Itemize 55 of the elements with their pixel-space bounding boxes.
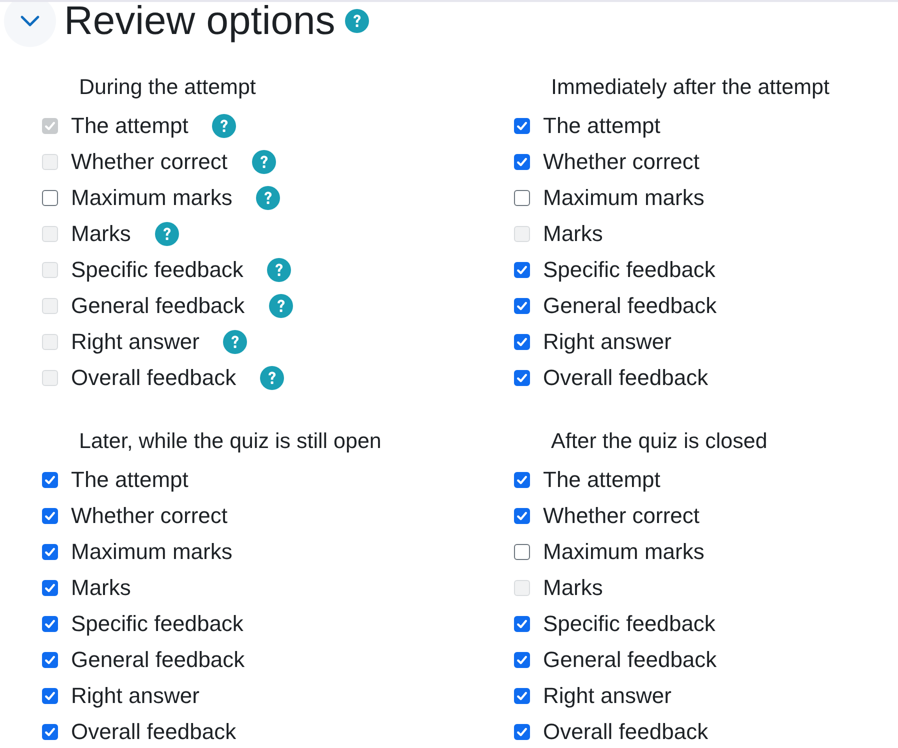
checkbox[interactable] <box>42 616 58 632</box>
checkbox[interactable] <box>514 154 530 170</box>
option-label[interactable]: Specific feedback <box>543 609 716 639</box>
option-label[interactable]: General feedback <box>543 291 717 321</box>
section-title: Review options <box>64 2 336 44</box>
checkbox[interactable] <box>514 334 530 350</box>
checkbox[interactable] <box>42 688 58 704</box>
option-label[interactable]: General feedback <box>71 645 245 675</box>
option-label[interactable]: Whether correct <box>543 501 700 531</box>
checkbox[interactable] <box>42 508 58 524</box>
checkbox[interactable] <box>514 118 530 134</box>
help-icon[interactable] <box>256 186 280 210</box>
checkbox[interactable] <box>514 508 530 524</box>
checkbox[interactable] <box>42 544 58 560</box>
option-label[interactable]: Specific feedback <box>71 609 244 639</box>
checkbox[interactable] <box>42 724 58 740</box>
option-label[interactable]: Right answer <box>543 327 672 357</box>
option-label[interactable]: The attempt <box>543 465 660 495</box>
group-heading: After the quiz is closed <box>551 428 768 455</box>
checkbox[interactable] <box>514 616 530 632</box>
checkbox[interactable] <box>42 190 58 206</box>
option-label[interactable]: Overall feedback <box>71 717 236 747</box>
checkbox[interactable] <box>514 472 530 488</box>
checkbox[interactable] <box>514 688 530 704</box>
group-heading: During the attempt <box>79 74 257 101</box>
checkbox[interactable] <box>514 262 530 278</box>
checkbox[interactable] <box>42 652 58 668</box>
option-label[interactable]: Whether correct <box>543 147 700 177</box>
checkbox[interactable] <box>514 544 530 560</box>
chevron-icon <box>20 15 40 27</box>
option-label[interactable]: Maximum marks <box>543 183 704 213</box>
option-label[interactable]: Maximum marks <box>543 537 704 567</box>
option-label[interactable]: Overall feedback <box>543 717 708 747</box>
group-heading: Later, while the quiz is still open <box>79 428 382 455</box>
option-label[interactable]: Right answer <box>71 681 200 711</box>
help-icon[interactable] <box>345 9 370 33</box>
option-label[interactable]: Maximum marks <box>71 183 232 213</box>
collapse-toggle[interactable] <box>4 2 56 47</box>
group-heading: Immediately after the attempt <box>551 74 830 101</box>
option-label[interactable]: Marks <box>71 573 131 603</box>
checkbox[interactable] <box>514 298 530 314</box>
option-label[interactable]: General feedback <box>543 645 717 675</box>
option-label[interactable]: Maximum marks <box>71 537 232 567</box>
checkbox[interactable] <box>42 472 58 488</box>
checkbox[interactable] <box>514 370 530 386</box>
checkbox[interactable] <box>514 724 530 740</box>
option-label[interactable]: The attempt <box>543 111 660 141</box>
option-label[interactable]: The attempt <box>71 465 188 495</box>
option-label[interactable]: Right answer <box>543 681 672 711</box>
checkbox[interactable] <box>42 580 58 596</box>
option-label[interactable]: Whether correct <box>71 501 228 531</box>
option-label[interactable]: Overall feedback <box>543 363 708 393</box>
checkbox[interactable] <box>514 190 530 206</box>
option-label[interactable]: Specific feedback <box>543 255 716 285</box>
checkbox[interactable] <box>514 652 530 668</box>
